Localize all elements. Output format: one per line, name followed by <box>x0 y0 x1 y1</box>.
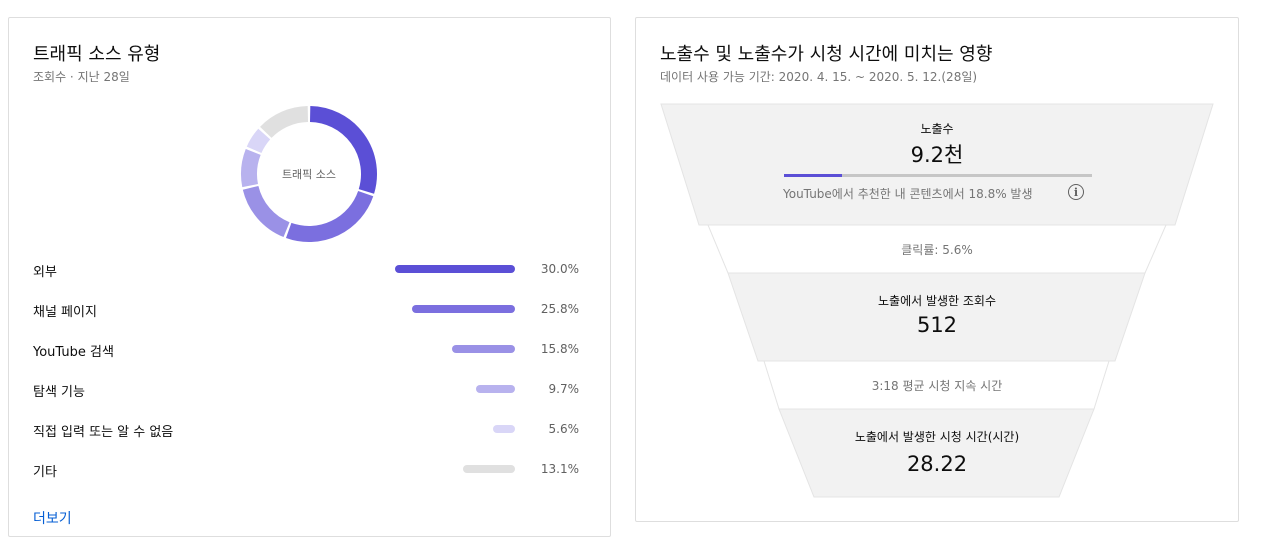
source-row-channel-page: 채널 페이지 25.8% <box>33 299 593 320</box>
traffic-card-subtitle: 조회수 · 지난 28일 <box>33 70 130 84</box>
source-label: YouTube 검색 <box>33 345 114 360</box>
source-label: 채널 페이지 <box>33 305 97 320</box>
traffic-source-card: 트래픽 소스 유형 조회수 · 지난 28일 트래픽 소스 외부 30.0% 채… <box>8 17 611 537</box>
source-bar <box>412 305 515 313</box>
source-bar <box>493 425 515 433</box>
source-row-direct: 직접 입력 또는 알 수 없음 5.6% <box>33 419 593 440</box>
source-row-youtube-search: YouTube 검색 15.8% <box>33 339 593 360</box>
source-label: 기타 <box>33 465 57 480</box>
source-bar <box>463 465 515 473</box>
traffic-card-title: 트래픽 소스 유형 <box>33 44 161 65</box>
impressions-value: 9.2천 <box>910 143 964 167</box>
source-row-browse: 탐색 기능 9.7% <box>33 379 593 400</box>
source-row-external: 외부 30.0% <box>33 259 593 280</box>
ctr-text: 클릭률: 5.6% <box>901 243 973 257</box>
traffic-donut-chart: 트래픽 소스 <box>237 102 381 246</box>
watch-time-value: 28.22 <box>906 452 968 476</box>
source-label: 외부 <box>33 265 57 280</box>
source-percent: 9.7% <box>548 382 580 396</box>
impressions-label: 노출수 <box>920 122 954 136</box>
funnel-diagram <box>660 103 1214 498</box>
donut-center-label: 트래픽 소스 <box>281 168 337 181</box>
source-percent: 13.1% <box>540 462 579 476</box>
source-bar <box>476 385 515 393</box>
source-bar <box>395 265 515 273</box>
funnel-card-title: 노출수 및 노출수가 시청 시간에 미치는 영향 <box>660 44 993 65</box>
avg-view-duration-text: 3:18 평균 시청 지속 시간 <box>871 379 1003 393</box>
recommended-progress-track <box>784 174 1092 177</box>
source-percent: 30.0% <box>540 262 579 276</box>
funnel-card-subtitle: 데이터 사용 가능 기간: 2020. 4. 15. ~ 2020. 5. 12… <box>660 70 978 84</box>
views-label: 노출에서 발생한 조회수 <box>877 294 997 308</box>
watch-time-label: 노출에서 발생한 시청 시간(시간) <box>854 430 1020 444</box>
see-more-link[interactable]: 더보기 <box>33 508 72 528</box>
recommended-progress-fill <box>784 174 842 177</box>
source-percent: 15.8% <box>540 342 579 356</box>
recommended-share-text: YouTube에서 추천한 내 콘텐츠에서 18.8% 발생 <box>783 187 1033 201</box>
source-row-other: 기타 13.1% <box>33 459 593 480</box>
source-label: 직접 입력 또는 알 수 없음 <box>33 425 174 440</box>
views-value: 512 <box>916 313 958 337</box>
source-bar <box>452 345 515 353</box>
source-percent: 5.6% <box>548 422 580 436</box>
source-percent: 25.8% <box>540 302 579 316</box>
impressions-funnel-card: 노출수 및 노출수가 시청 시간에 미치는 영향 데이터 사용 가능 기간: 2… <box>635 17 1239 522</box>
source-label: 탐색 기능 <box>33 385 85 400</box>
info-icon[interactable]: i <box>1068 184 1084 200</box>
